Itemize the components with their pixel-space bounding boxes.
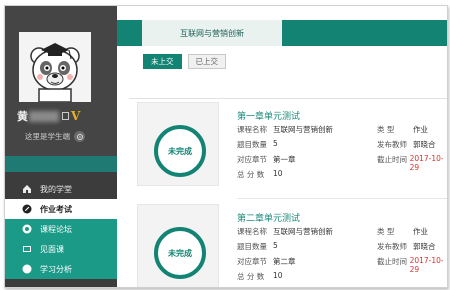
status-ring: 未完成 — [154, 227, 206, 279]
assignment-title[interactable]: 第一章单元测试 — [237, 109, 300, 122]
type-row: 类 型 作业 — [377, 226, 428, 237]
user-name: 黄 — [17, 110, 28, 123]
sidebar-item-forum[interactable]: 课程论坛 — [5, 219, 117, 239]
sidebar-accent-strip — [5, 156, 117, 172]
video-icon — [22, 244, 32, 254]
chapter-label: 对应章节 — [237, 155, 267, 164]
chapter-label: 对应章节 — [237, 257, 267, 266]
sidebar-item-label: 见面课 — [40, 244, 64, 254]
total-score-value: 10 — [273, 169, 283, 178]
course-name-label: 课程名称 — [237, 227, 267, 236]
divider — [129, 98, 447, 99]
chart-icon — [22, 264, 32, 274]
sidebar-item-homework[interactable]: 作业考试 — [5, 199, 117, 219]
sidebar-item-label: 我的学堂 — [40, 184, 72, 194]
course-name-label: 课程名称 — [237, 125, 267, 134]
name-placeholder-box — [62, 112, 69, 120]
type-label: 类 型 — [377, 125, 395, 134]
total-score-row: 总 分 数 10 — [237, 271, 283, 282]
course-tab-bar: 互联网与营销创新 — [117, 20, 447, 46]
deadline-row: 截止时间 2017-10-29 — [377, 256, 447, 274]
signature-row: 这里是学生端 — [25, 131, 85, 142]
edit-signature-icon[interactable] — [74, 131, 85, 142]
assignment-thumbnail: 未完成 — [137, 204, 219, 287]
question-count-row: 题目数量 5 — [237, 139, 278, 150]
forum-icon — [22, 224, 32, 234]
chapter-value: 第一章 — [273, 155, 296, 164]
publisher-row: 发布教师 郭晓合 — [377, 139, 436, 150]
chapter-value: 第二章 — [273, 257, 296, 266]
app-window: 黄 V 这里是学生端 我的学堂 作业考试 课程论坛 见面课 学习分析 互联网与营… — [4, 5, 448, 288]
filter-not-submitted-button[interactable]: 未上交 — [143, 54, 182, 69]
course-name-row: 课程名称 互联网与营销创新 — [237, 226, 333, 237]
total-score-row: 总 分 数 10 — [237, 169, 283, 180]
total-score-value: 10 — [273, 271, 283, 280]
status-ring: 未完成 — [154, 125, 206, 177]
total-score-label: 总 分 数 — [237, 170, 265, 179]
sidebar-nav: 我的学堂 作业考试 课程论坛 见面课 学习分析 — [5, 179, 117, 279]
type-label: 类 型 — [377, 227, 395, 236]
sidebar-item-analysis[interactable]: 学习分析 — [5, 259, 117, 279]
course-name-value: 互联网与营销创新 — [273, 125, 333, 134]
avatar[interactable] — [19, 32, 91, 102]
sidebar-item-meeting[interactable]: 见面课 — [5, 239, 117, 259]
sidebar-item-label: 课程论坛 — [40, 224, 72, 234]
vip-badge: V — [71, 109, 81, 123]
question-count-label: 题目数量 — [237, 242, 267, 251]
publisher-label: 发布教师 — [377, 242, 407, 251]
publisher-value: 郭晓合 — [413, 140, 436, 149]
publisher-row: 发布教师 郭晓合 — [377, 241, 436, 252]
filter-submitted-button[interactable]: 已上交 — [187, 54, 226, 69]
bear-avatar-icon — [19, 32, 91, 102]
home-icon — [22, 184, 32, 194]
question-count-row: 题目数量 5 — [237, 241, 278, 252]
redacted-name — [29, 110, 59, 122]
pencil-icon — [22, 204, 32, 214]
question-count-label: 题目数量 — [237, 140, 267, 149]
sidebar-item-label: 作业考试 — [40, 204, 72, 214]
user-signature: 这里是学生端 — [25, 132, 70, 141]
status-filter-group: 未上交 已上交 — [143, 54, 226, 69]
user-name-row: 黄 V — [17, 109, 80, 123]
deadline-label: 截止时间 — [377, 155, 407, 164]
tab-course[interactable]: 互联网与营销创新 — [142, 20, 282, 46]
deadline-value: 2017-10-29 — [409, 154, 444, 172]
course-name-row: 课程名称 互联网与营销创新 — [237, 124, 333, 135]
sidebar: 黄 V 这里是学生端 我的学堂 作业考试 课程论坛 见面课 学习分析 — [5, 6, 117, 287]
question-count-value: 5 — [273, 139, 278, 148]
question-count-value: 5 — [273, 241, 278, 250]
sidebar-item-my-school[interactable]: 我的学堂 — [5, 179, 117, 199]
deadline-row: 截止时间 2017-10-29 — [377, 154, 447, 172]
card-divider — [237, 198, 447, 199]
type-row: 类 型 作业 — [377, 124, 428, 135]
assignment-title[interactable]: 第二章单元测试 — [237, 211, 300, 224]
publisher-value: 郭晓合 — [413, 242, 436, 251]
chapter-row: 对应章节 第一章 — [237, 154, 296, 165]
type-value: 作业 — [413, 125, 428, 134]
deadline-label: 截止时间 — [377, 257, 407, 266]
assignment-thumbnail: 未完成 — [137, 102, 219, 186]
deadline-value: 2017-10-29 — [409, 256, 444, 274]
type-value: 作业 — [413, 227, 428, 236]
publisher-label: 发布教师 — [377, 140, 407, 149]
sidebar-item-label: 学习分析 — [40, 264, 72, 274]
total-score-label: 总 分 数 — [237, 272, 265, 281]
chapter-row: 对应章节 第二章 — [237, 256, 296, 267]
course-name-value: 互联网与营销创新 — [273, 227, 333, 236]
